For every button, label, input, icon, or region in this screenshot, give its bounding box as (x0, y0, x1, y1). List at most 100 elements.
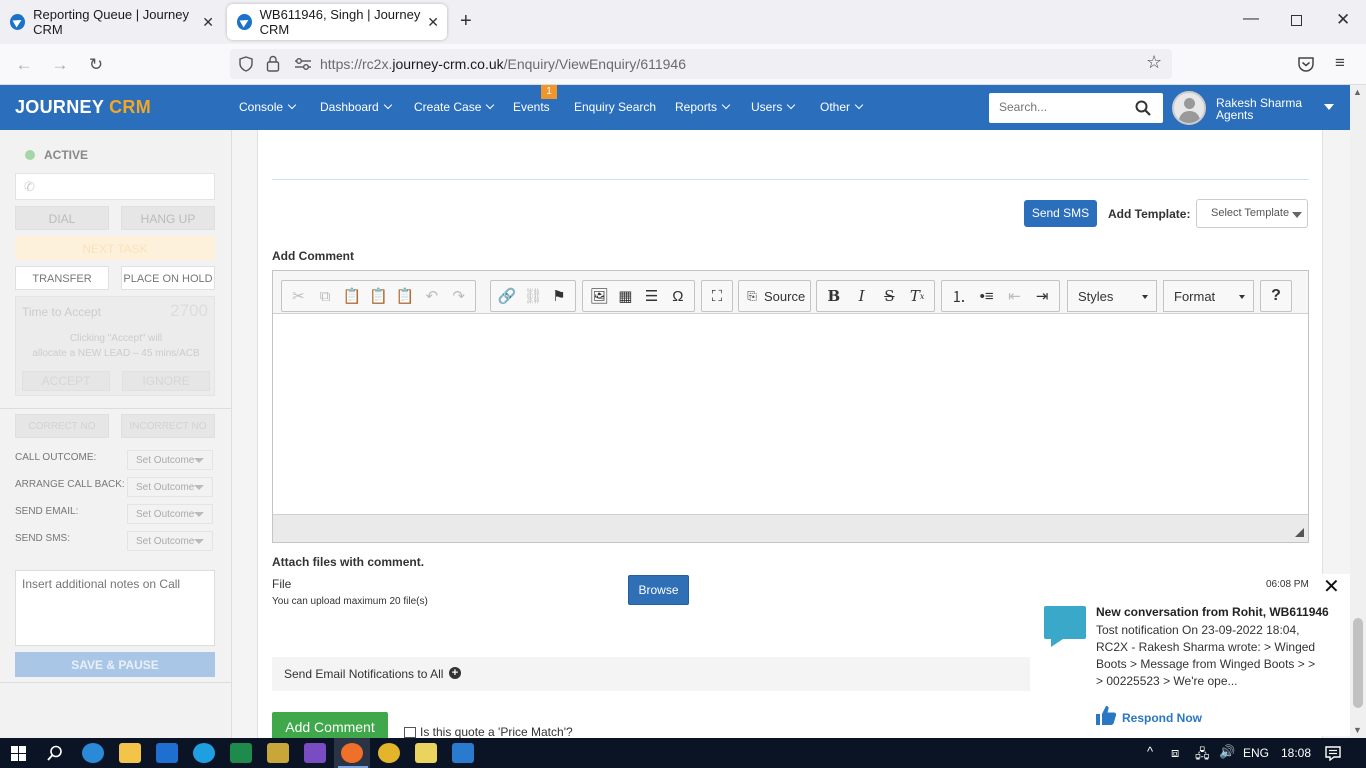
unlink-icon[interactable]: ⛓ (520, 283, 546, 309)
file-explorer-icon[interactable] (119, 743, 141, 763)
dial-button[interactable]: DIAL (15, 206, 109, 230)
plus-circle-icon[interactable]: + (449, 667, 461, 679)
app-icon[interactable] (267, 743, 289, 763)
undo-icon[interactable]: ↶ (419, 283, 446, 309)
tray-expand-icon[interactable]: ^ (1147, 744, 1153, 759)
place-on-hold-button[interactable]: PLACE ON HOLD (121, 266, 215, 290)
tab-wb611946[interactable]: WB611946, Singh | Journey CRM ✕ (227, 4, 447, 40)
menu-enquiry-search[interactable]: Enquiry Search (574, 100, 656, 114)
hang-up-button[interactable]: HANG UP (121, 206, 215, 230)
menu-dashboard[interactable]: Dashboard (320, 100, 392, 114)
restore-icon[interactable] (1291, 15, 1302, 26)
lock-icon[interactable] (266, 55, 280, 72)
close-window-icon[interactable]: ✕ (1336, 10, 1350, 30)
notepad-icon[interactable] (415, 743, 437, 763)
italic-icon[interactable]: I (848, 283, 876, 309)
photos-icon[interactable] (452, 743, 474, 763)
email-notifications-section[interactable]: Send Email Notifications to All + (272, 657, 1030, 691)
format-dropdown[interactable]: Format (1163, 280, 1254, 312)
page-scrollbar[interactable]: ▲ ▼ (1350, 85, 1366, 738)
remove-format-icon[interactable]: Tx (903, 283, 931, 309)
transfer-button[interactable]: TRANSFER (15, 266, 109, 290)
template-select[interactable]: Select Template (1196, 199, 1308, 228)
close-tab-icon[interactable]: ✕ (427, 14, 439, 31)
source-button[interactable]: ⎘ Source (738, 280, 811, 312)
send-email-notifications-label[interactable]: Send Email Notifications to All (284, 667, 443, 681)
url-text[interactable]: https://rc2x.journey-crm.co.uk/Enquiry/V… (320, 56, 686, 72)
avatar[interactable] (1172, 91, 1206, 125)
horizontal-line-icon[interactable]: ☰ (639, 283, 665, 309)
excel-icon[interactable] (230, 743, 252, 763)
search-icon[interactable] (47, 745, 63, 761)
send-sms-select[interactable]: Set Outcome (127, 531, 213, 551)
maximize-icon[interactable]: ⛶ (705, 283, 729, 309)
edge-icon[interactable] (82, 743, 104, 763)
bookmark-star-icon[interactable]: ☆ (1146, 52, 1162, 73)
accept-button[interactable]: ACCEPT (22, 371, 110, 391)
special-character-icon[interactable]: Ω (665, 283, 691, 309)
tab-reporting-queue[interactable]: Reporting Queue | Journey CRM ✕ (0, 4, 222, 40)
notifications-icon[interactable] (1325, 746, 1341, 761)
user-menu-caret-icon[interactable] (1324, 104, 1334, 110)
send-email-select[interactable]: Set Outcome (127, 504, 213, 524)
indent-icon[interactable]: ⇥ (1028, 283, 1056, 309)
tray-app-icon[interactable]: ⧈ (1171, 745, 1179, 761)
search-input[interactable] (999, 100, 1129, 114)
scroll-down-icon[interactable]: ▼ (1353, 725, 1362, 735)
menu-console[interactable]: Console (239, 100, 297, 114)
image-icon[interactable]: 🖼 (586, 283, 612, 309)
menu-create-case[interactable]: Create Case (414, 100, 495, 114)
scrollbar-thumb[interactable] (1353, 618, 1363, 708)
network-icon[interactable]: 🖧 (1195, 745, 1210, 767)
phone-number-input[interactable]: ✆ (15, 173, 215, 200)
next-task-button[interactable]: NEXT TASK (15, 236, 215, 260)
scroll-up-icon[interactable]: ▲ (1353, 87, 1362, 97)
save-and-pause-button[interactable]: SAVE & PAUSE (15, 652, 215, 677)
clock[interactable]: 18:08 (1281, 746, 1311, 760)
call-outcome-select[interactable]: Set Outcome (127, 450, 213, 470)
menu-other[interactable]: Other (820, 100, 864, 114)
respond-now-link[interactable]: Respond Now (1122, 711, 1202, 725)
anchor-flag-icon[interactable]: ⚑ (546, 283, 572, 309)
journey-crm-logo[interactable]: JOURNEY CRM (15, 97, 151, 118)
menu-users[interactable]: Users (751, 100, 796, 114)
bulleted-list-icon[interactable]: •≡ (973, 283, 1001, 309)
arrange-call-back-select[interactable]: Set Outcome (127, 477, 213, 497)
editor-body[interactable] (273, 314, 1308, 514)
minimize-icon[interactable]: — (1243, 10, 1259, 28)
pocket-icon[interactable] (1297, 56, 1315, 73)
incorrect-no-button[interactable]: INCORRECT NO (121, 414, 215, 438)
help-button[interactable]: ? (1260, 280, 1292, 312)
paste-word-icon[interactable]: 📋 (392, 283, 419, 309)
add-comment-button[interactable]: Add Comment (272, 712, 388, 738)
thumbs-up-icon[interactable] (1095, 704, 1117, 726)
redo-icon[interactable]: ↷ (445, 283, 472, 309)
volume-icon[interactable]: 🔊 (1219, 744, 1235, 760)
firefox-icon[interactable] (341, 743, 363, 763)
menu-events[interactable]: Events (513, 100, 550, 114)
address-bar[interactable]: https://rc2x.journey-crm.co.uk/Enquiry/V… (230, 49, 1172, 79)
chrome-icon[interactable] (378, 743, 400, 763)
strikethrough-icon[interactable]: S (876, 283, 904, 309)
resize-handle-icon[interactable] (1295, 528, 1304, 537)
paste-text-icon[interactable]: 📋 (365, 283, 392, 309)
forward-arrow-icon[interactable]: → (47, 52, 73, 78)
cut-icon[interactable]: ✂ (285, 283, 312, 309)
skype-icon[interactable] (193, 743, 215, 763)
hamburger-menu-icon[interactable]: ≡ (1335, 53, 1345, 73)
search-icon[interactable] (1135, 100, 1151, 116)
ignore-button[interactable]: IGNORE (122, 371, 210, 391)
styles-dropdown[interactable]: Styles (1067, 280, 1157, 312)
price-match-checkbox[interactable] (404, 727, 416, 738)
language-indicator[interactable]: ENG (1243, 746, 1269, 760)
windows-start-icon[interactable] (11, 746, 26, 761)
paste-icon[interactable]: 📋 (338, 283, 365, 309)
visual-studio-icon[interactable] (304, 743, 326, 763)
send-sms-button[interactable]: Send SMS (1024, 200, 1097, 227)
correct-no-button[interactable]: CORRECT NO (15, 414, 109, 438)
back-arrow-icon[interactable]: ← (11, 52, 37, 78)
new-tab-icon[interactable]: + (460, 10, 472, 33)
outdent-icon[interactable]: ⇤ (1001, 283, 1029, 309)
browse-button[interactable]: Browse (628, 575, 689, 605)
shield-icon[interactable] (238, 56, 254, 72)
